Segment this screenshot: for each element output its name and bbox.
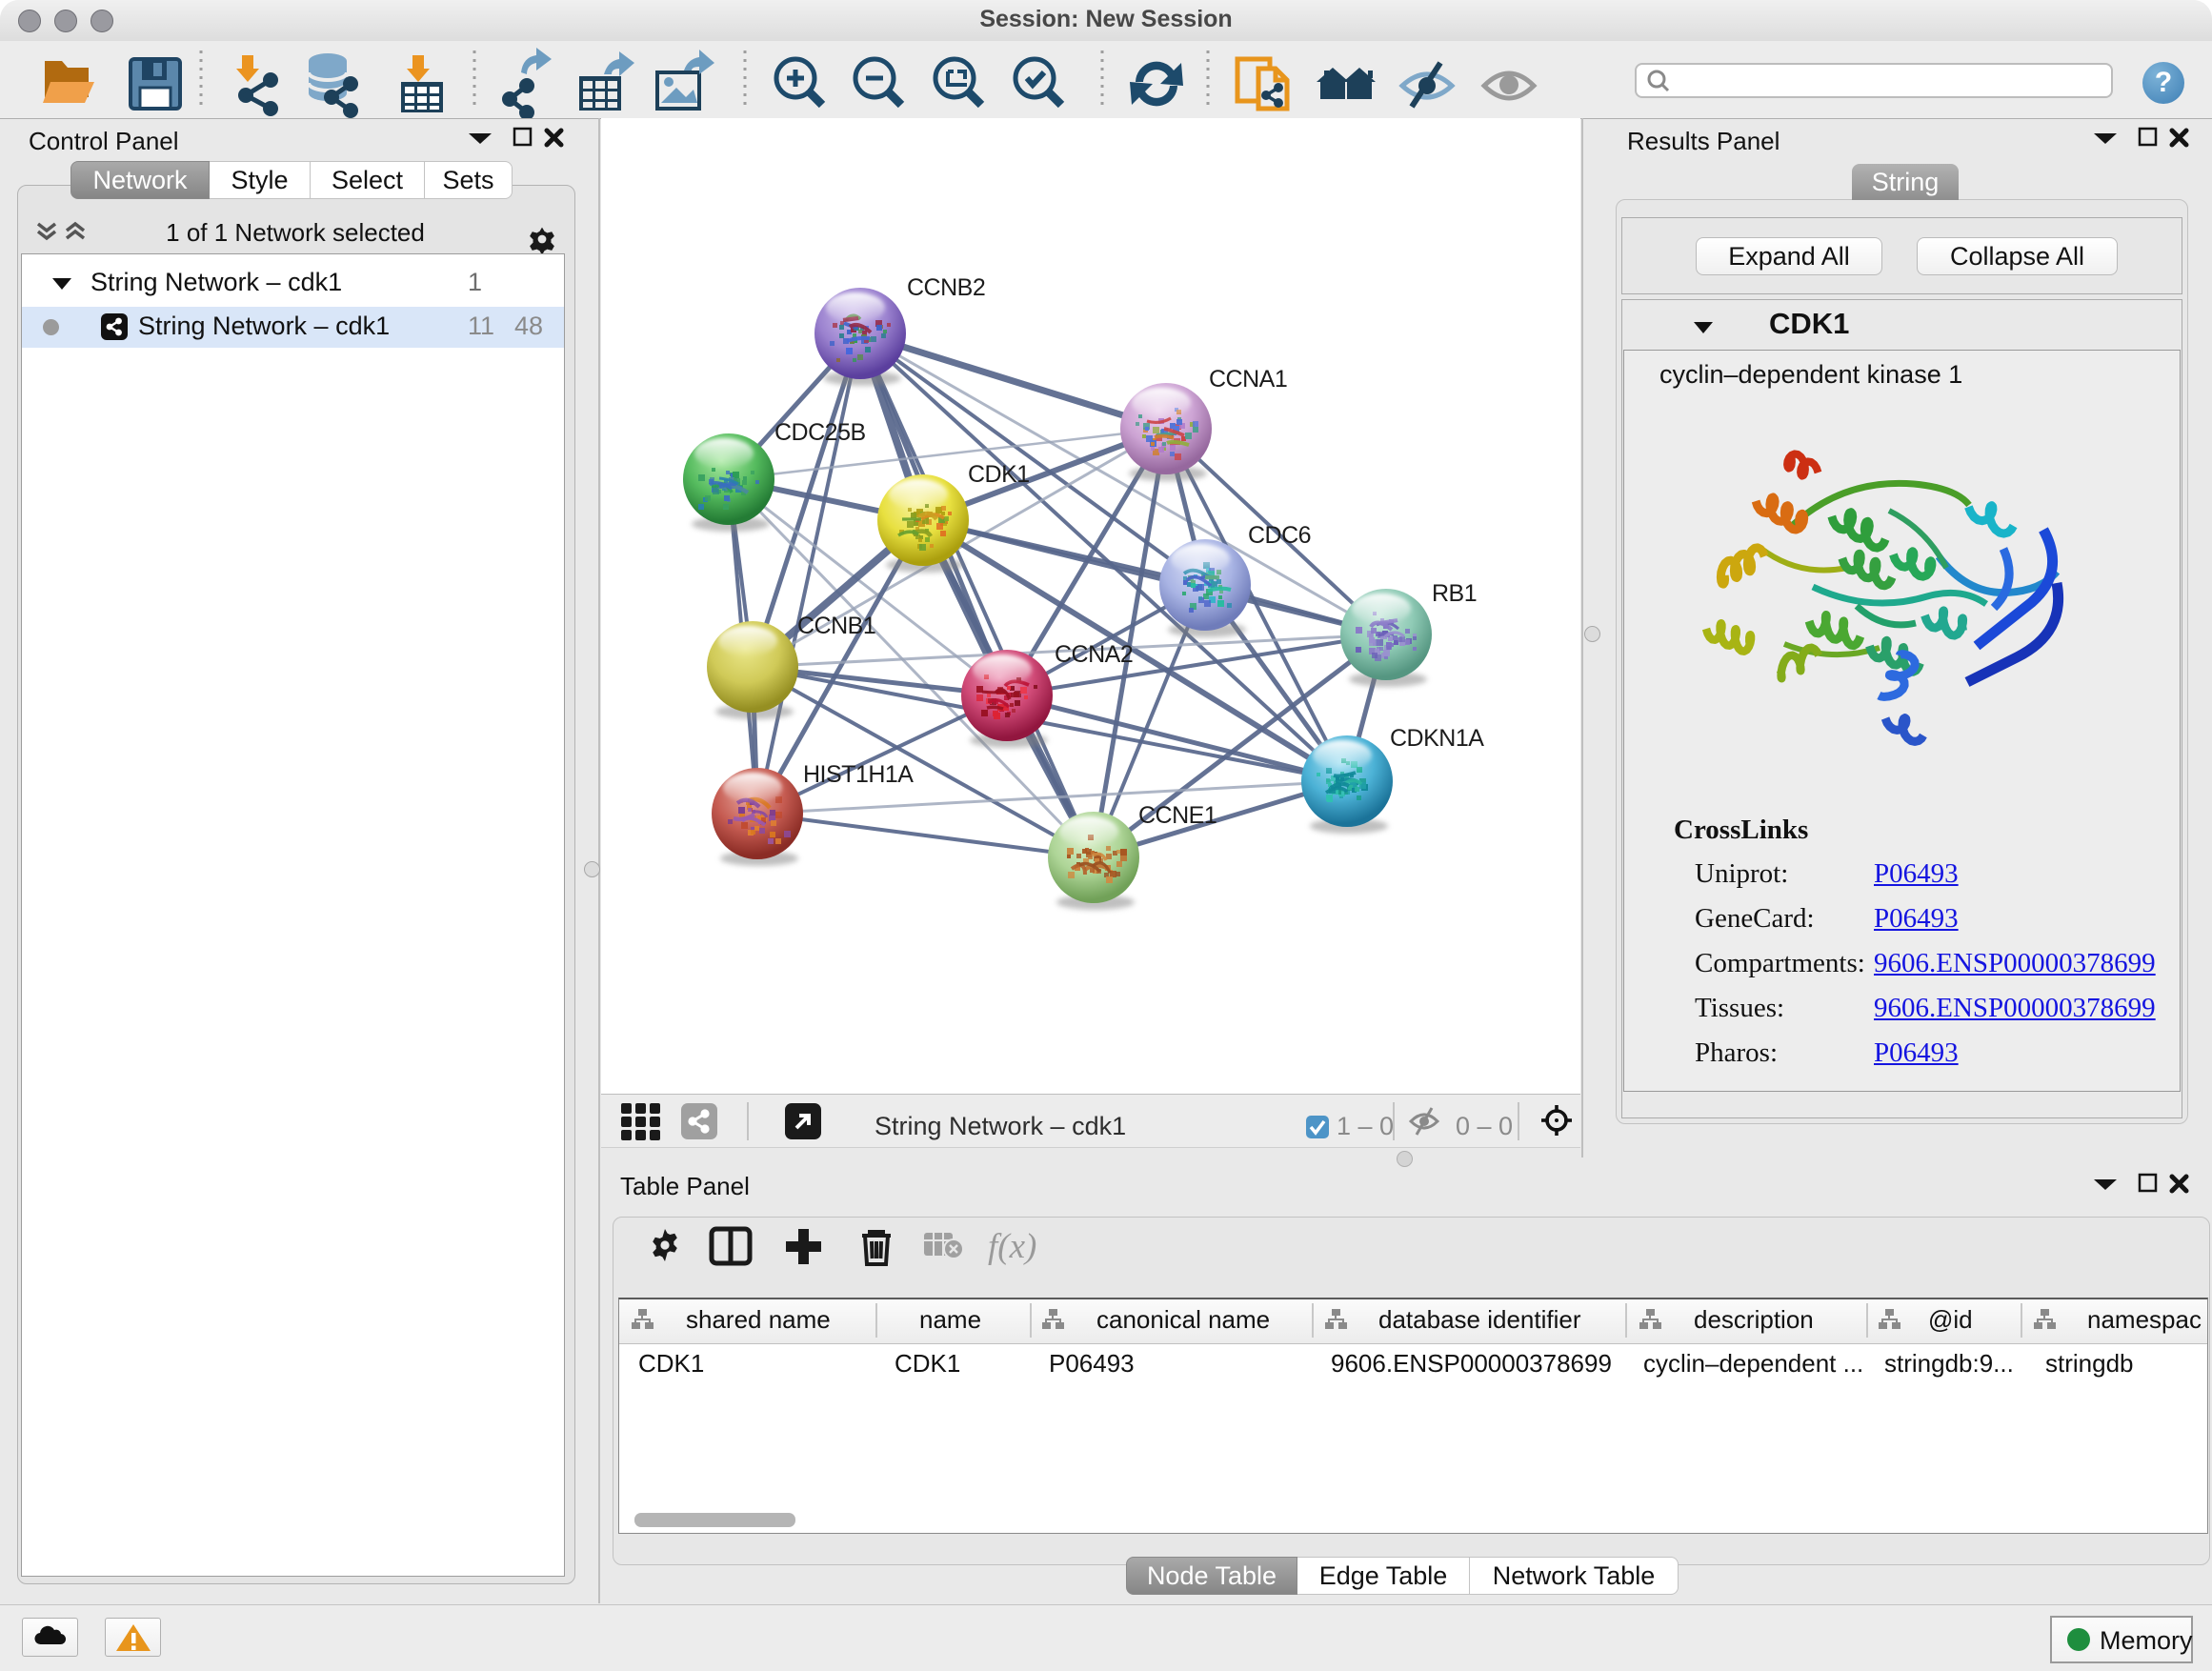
svg-text:cyclin–dependent ...: cyclin–dependent ...: [1643, 1349, 1863, 1378]
svg-text:CCNB1: CCNB1: [797, 613, 875, 639]
svg-text:CCNE1: CCNE1: [1138, 802, 1217, 829]
svg-text:HIST1H1A: HIST1H1A: [803, 761, 914, 788]
svg-text:namespac: namespac: [2087, 1305, 2202, 1334]
svg-text:description: description: [1694, 1305, 1814, 1334]
svg-text:CDC6: CDC6: [1248, 522, 1311, 549]
svg-text:String Network – cdk1: String Network – cdk1: [875, 1112, 1126, 1140]
svg-text:@id: @id: [1928, 1305, 1973, 1334]
svg-text:name: name: [919, 1305, 981, 1334]
svg-text:CDK1: CDK1: [895, 1349, 960, 1378]
svg-text:f(x): f(x): [988, 1227, 1036, 1266]
svg-text:database identifier: database identifier: [1378, 1305, 1581, 1334]
svg-text:CDK1: CDK1: [638, 1349, 704, 1378]
svg-text:RB1: RB1: [1432, 580, 1477, 607]
svg-text:CDKN1A: CDKN1A: [1390, 725, 1484, 752]
svg-text:canonical name: canonical name: [1096, 1305, 1270, 1334]
svg-text:CDC25B: CDC25B: [774, 419, 866, 446]
svg-text:CDK1: CDK1: [968, 461, 1030, 488]
svg-text:stringdb:9...: stringdb:9...: [1884, 1349, 2014, 1378]
svg-text:CCNA2: CCNA2: [1055, 641, 1133, 668]
svg-text:P06493: P06493: [1049, 1349, 1135, 1378]
svg-text:CCNA1: CCNA1: [1209, 366, 1287, 393]
svg-text:stringdb: stringdb: [2045, 1349, 2134, 1378]
svg-text:shared name: shared name: [686, 1305, 831, 1334]
svg-text:0 – 0: 0 – 0: [1456, 1112, 1513, 1140]
svg-text:CCNB2: CCNB2: [907, 274, 985, 301]
svg-text:9606.ENSP00000378699: 9606.ENSP00000378699: [1331, 1349, 1612, 1378]
svg-text:1 – 0: 1 – 0: [1337, 1112, 1394, 1140]
